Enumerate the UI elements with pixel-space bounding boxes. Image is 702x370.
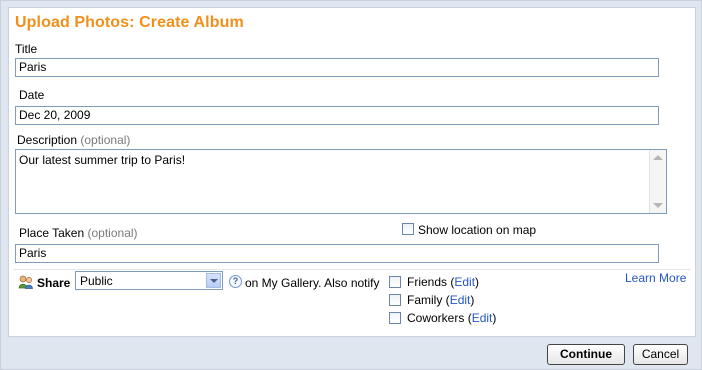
notify-friends-label: Friends (Edit) — [407, 275, 480, 289]
dialog-frame: Upload Photos: Create Album Title Paris … — [0, 0, 702, 370]
description-label-text: Description — [17, 133, 78, 147]
notify-coworkers-label: Coworkers (Edit) — [407, 311, 497, 325]
title-label: Title — [15, 42, 38, 56]
description-scrollbar[interactable] — [649, 150, 666, 213]
description-label: Description (optional) — [17, 133, 130, 147]
place-label-text: Place Taken — [19, 226, 85, 240]
date-input[interactable]: Dec 20, 2009 — [15, 106, 659, 125]
place-input[interactable]: Paris — [15, 244, 659, 263]
share-visibility-select[interactable]: Public — [75, 271, 223, 290]
edit-friends-link[interactable]: Edit — [454, 275, 475, 289]
learn-more-link[interactable]: Learn More — [625, 271, 686, 285]
continue-button[interactable]: Continue — [547, 344, 625, 365]
share-visibility-value: Public — [80, 274, 113, 288]
cancel-button[interactable]: Cancel — [633, 344, 688, 365]
section-divider — [13, 269, 691, 270]
show-location-checkbox[interactable] — [402, 223, 414, 235]
notify-friends-checkbox[interactable] — [389, 276, 401, 288]
share-label: Share — [37, 276, 71, 290]
notify-family-checkbox[interactable] — [389, 294, 401, 306]
chevron-down-icon[interactable] — [206, 273, 221, 288]
date-label: Date — [19, 88, 45, 102]
edit-family-link[interactable]: Edit — [450, 293, 471, 307]
scroll-down-arrow-icon[interactable] — [653, 203, 663, 208]
share-suffix-text: on My Gallery. Also notify — [245, 276, 380, 290]
notify-friends-text: Friends — [407, 275, 448, 289]
show-location-label: Show location on map — [418, 223, 537, 237]
dialog-title: Upload Photos: Create Album — [15, 14, 244, 31]
create-album-panel: Upload Photos: Create Album Title Paris … — [8, 7, 696, 337]
scroll-up-arrow-icon[interactable] — [653, 155, 663, 160]
notify-family-text: Family — [407, 293, 443, 307]
description-text: Our latest summer trip to Paris! — [19, 153, 186, 167]
description-optional-note: (optional) — [80, 133, 131, 147]
description-textarea[interactable]: Our latest summer trip to Paris! — [15, 149, 667, 214]
place-label: Place Taken (optional) — [19, 226, 138, 240]
place-optional-note: (optional) — [87, 226, 138, 240]
people-share-icon — [18, 275, 33, 289]
edit-coworkers-link[interactable]: Edit — [472, 311, 493, 325]
notify-family-label: Family (Edit) — [407, 293, 475, 307]
help-icon[interactable]: ? — [229, 275, 242, 288]
title-input[interactable]: Paris — [15, 58, 659, 77]
notify-coworkers-checkbox[interactable] — [389, 312, 401, 324]
notify-coworkers-text: Coworkers — [407, 311, 465, 325]
